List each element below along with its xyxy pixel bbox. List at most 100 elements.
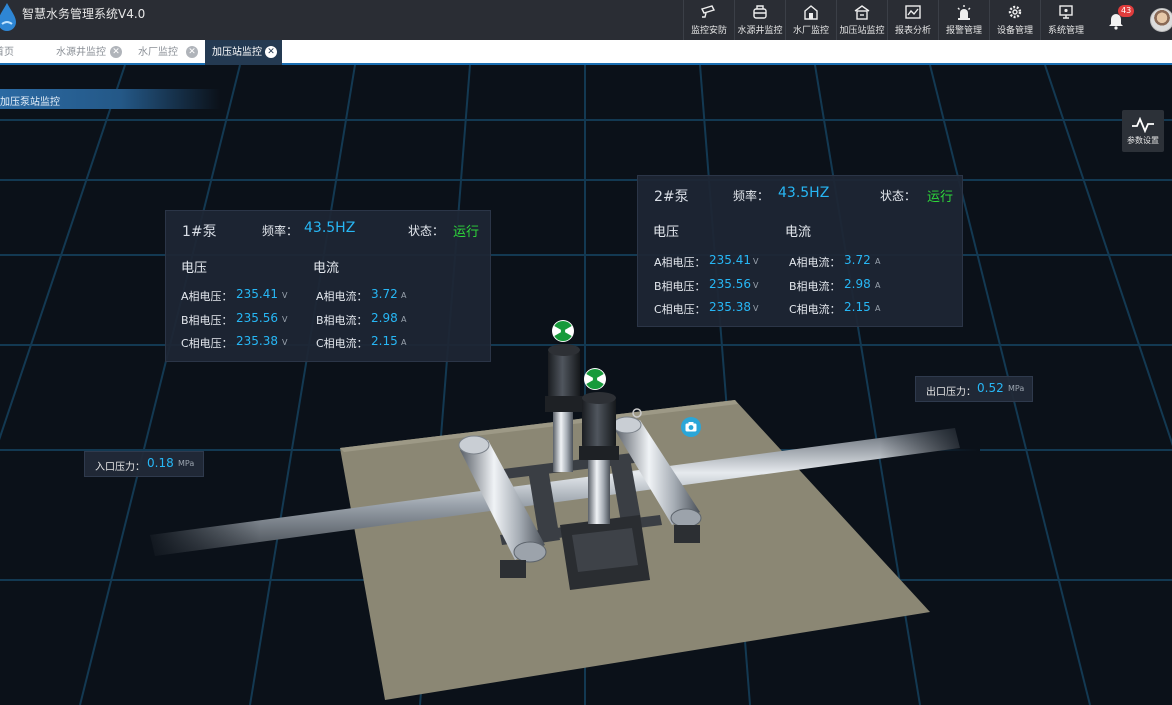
monitor-icon: [1059, 5, 1073, 19]
current-c-label: C相电流：: [789, 303, 841, 316]
nav-system-management[interactable]: 系统管理: [1040, 0, 1091, 40]
voltage-c-value: 235.38: [709, 300, 751, 314]
voltage-heading: 电压: [653, 225, 680, 240]
user-avatar[interactable]: [1150, 8, 1172, 32]
inlet-pressure-unit: MPa: [178, 459, 195, 468]
station-icon: [854, 5, 870, 20]
notification-count-badge: 43: [1118, 5, 1135, 17]
current-heading: 电流: [785, 225, 812, 240]
tab-bar: 首页 水源井监控 ✕ 水厂监控 ✕ 加压站监控 ✕: [0, 40, 1172, 65]
voltage-c-label: C相电压：: [654, 303, 706, 316]
frequency-label: 频率：: [262, 224, 299, 238]
well-icon: [753, 5, 767, 19]
chart-icon: [905, 5, 921, 19]
nav-label: 水厂监控: [792, 26, 829, 36]
current-c-value: 2.15: [844, 300, 871, 314]
current-b-value: 2.98: [371, 311, 398, 325]
current-b-label: B相电流：: [789, 280, 841, 293]
tab-label: 水源井监控: [56, 47, 106, 58]
inlet-pressure-label: 入口压力：: [95, 462, 145, 473]
tab-label: 水厂监控: [138, 47, 178, 58]
nav-device-management[interactable]: 设备管理: [989, 0, 1040, 40]
param-settings-label: 参数设置: [1127, 135, 1159, 145]
status-value: 运行: [927, 190, 954, 205]
current-unit: A: [401, 338, 407, 347]
outlet-pressure-box: 出口压力： 0.52 MPa: [915, 376, 1033, 402]
nav-label: 报表分析: [894, 26, 931, 36]
main-nav: 监控安防 水源井监控 水厂监控 加压站监控 报表分析 报警管理 设备管理 系统管…: [683, 0, 1091, 40]
nav-label: 设备管理: [996, 26, 1033, 36]
status-label: 状态：: [408, 224, 445, 238]
current-c-label: C相电流：: [316, 337, 368, 350]
section-title: 加压泵站监控: [0, 97, 60, 108]
current-a-label: A相电流：: [789, 256, 841, 269]
param-settings-button[interactable]: 参数设置: [1122, 110, 1164, 152]
voltage-b-value: 235.56: [236, 311, 278, 325]
pump-2-status-icon[interactable]: [583, 367, 607, 391]
voltage-unit: V: [282, 338, 288, 347]
voltage-unit: V: [753, 281, 759, 290]
nav-station-monitor[interactable]: 加压站监控: [836, 0, 887, 40]
voltage-a-value: 235.41: [709, 253, 751, 267]
close-icon[interactable]: ✕: [265, 46, 277, 58]
pump-name: 1#泵: [182, 224, 217, 240]
outlet-pressure-unit: MPa: [1008, 384, 1025, 393]
tab-label: 首页: [0, 47, 14, 58]
nav-alarm-management[interactable]: 报警管理: [938, 0, 989, 40]
voltage-unit: V: [282, 315, 288, 324]
pump-2-panel: 2#泵 频率： 43.5HZ 状态： 运行 电压 电流 A相电压： 235.41…: [637, 175, 963, 327]
nav-plant-monitor[interactable]: 水厂监控: [785, 0, 836, 40]
voltage-unit: V: [753, 304, 759, 313]
outlet-pressure-value: 0.52: [977, 381, 1004, 395]
current-unit: A: [875, 257, 881, 266]
current-a-label: A相电流：: [316, 290, 368, 303]
tab-plant-monitor[interactable]: 水厂监控 ✕: [138, 40, 200, 65]
close-icon[interactable]: ✕: [110, 46, 122, 58]
close-icon[interactable]: ✕: [186, 46, 198, 58]
tab-home[interactable]: 首页: [0, 40, 44, 65]
voltage-b-label: B相电压：: [654, 280, 706, 293]
current-b-value: 2.98: [844, 277, 871, 291]
voltage-c-label: C相电压：: [181, 337, 233, 350]
current-unit: A: [875, 281, 881, 290]
voltage-heading: 电压: [181, 261, 208, 276]
current-a-value: 3.72: [844, 253, 871, 267]
nav-label: 监控安防: [690, 26, 727, 36]
nav-label: 系统管理: [1047, 26, 1084, 36]
nav-label: 加压站监控: [839, 26, 885, 36]
current-heading: 电流: [313, 261, 340, 276]
pump-name: 2#泵: [654, 189, 689, 205]
current-unit: A: [875, 304, 881, 313]
current-b-label: B相电流：: [316, 314, 368, 327]
current-a-value: 3.72: [371, 287, 398, 301]
app-logo-icon: [0, 3, 16, 31]
voltage-c-value: 235.38: [236, 334, 278, 348]
voltage-unit: V: [753, 257, 759, 266]
gear-icon: [1008, 5, 1022, 19]
pump-1-panel: 1#泵 频率： 43.5HZ 状态： 运行 电压 电流 A相电压： 235.41…: [165, 210, 491, 362]
frequency-label: 频率：: [733, 189, 770, 203]
app-title: 智慧水务管理系统V4.0: [22, 7, 146, 21]
top-bar: 智慧水务管理系统V4.0 监控安防 水源井监控 水厂监控 加压站监控 报表分析 …: [0, 0, 1172, 40]
nav-label: 报警管理: [945, 26, 982, 36]
alarm-icon: [957, 5, 971, 20]
nav-well-monitor[interactable]: 水源井监控: [734, 0, 785, 40]
frequency-value: 43.5HZ: [304, 220, 356, 236]
voltage-b-value: 235.56: [709, 277, 751, 291]
inlet-pressure-box: 入口压力： 0.18 MPa: [84, 451, 204, 477]
status-label: 状态：: [880, 189, 917, 203]
nav-security[interactable]: 监控安防: [683, 0, 734, 40]
pump-1-status-icon[interactable]: [551, 319, 575, 343]
pulse-icon: [1132, 116, 1154, 133]
voltage-a-value: 235.41: [236, 287, 278, 301]
outlet-pressure-label: 出口压力：: [926, 387, 976, 398]
status-value: 运行: [453, 225, 480, 240]
nav-label: 水源井监控: [737, 26, 783, 36]
voltage-a-label: A相电压：: [654, 256, 706, 269]
tab-well-monitor[interactable]: 水源井监控 ✕: [56, 40, 128, 65]
plant-icon: [804, 5, 818, 20]
camera-marker-icon[interactable]: [680, 416, 702, 438]
tab-label: 加压站监控: [212, 47, 262, 58]
nav-report-analysis[interactable]: 报表分析: [887, 0, 938, 40]
tab-station-monitor[interactable]: 加压站监控 ✕: [205, 40, 282, 65]
